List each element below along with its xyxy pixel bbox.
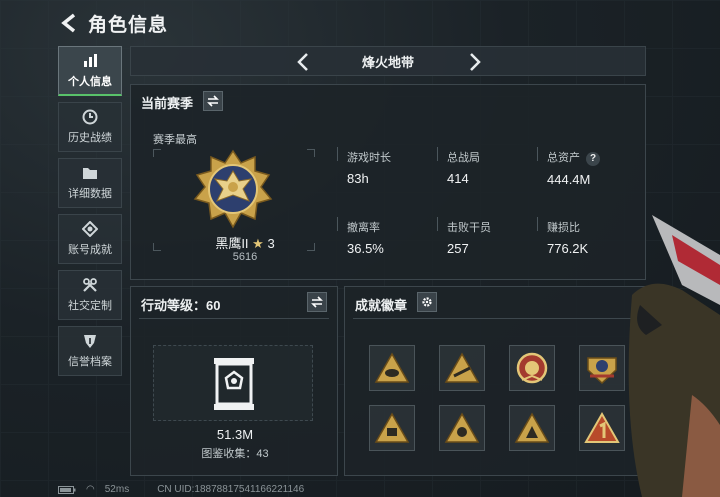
- divider: [353, 318, 637, 319]
- level-title: 行动等级：60: [141, 298, 221, 313]
- divider: [337, 147, 338, 161]
- badge-triangle-icon: [444, 352, 480, 383]
- wifi-icon: ◠: [86, 484, 95, 495]
- chevron-right-icon[interactable]: [465, 52, 483, 72]
- gear-icon: [422, 297, 432, 307]
- stat-label: 赚损比: [547, 222, 580, 234]
- season-title: 当前赛季: [141, 96, 194, 111]
- back-arrow-icon[interactable]: [58, 12, 80, 34]
- badge-slot[interactable]: [509, 345, 555, 391]
- divider: [537, 147, 538, 161]
- collection-display[interactable]: [153, 345, 313, 421]
- collection-value: 51.3M: [216, 427, 254, 442]
- frame-corner: [153, 149, 161, 157]
- user-uid: CN UID:18878817541166221146: [157, 484, 305, 495]
- badge-triangle-icon: [374, 412, 410, 443]
- sidebar-item-credit[interactable]: 信誉档案: [58, 326, 122, 376]
- sidebar-item-social[interactable]: 社交定制: [58, 270, 122, 320]
- battery-icon: [58, 485, 76, 494]
- badges-title: 成就徽章: [355, 298, 408, 313]
- sidebar-item-achievements[interactable]: 账号成就: [58, 214, 122, 264]
- stat-play-time: 游戏时长 83h: [347, 149, 391, 186]
- bar-chart-icon: [84, 53, 97, 67]
- rank-stars: 3: [267, 236, 275, 251]
- swap-icon: [207, 95, 219, 107]
- rank-score: 5616: [232, 251, 258, 263]
- badge-slot[interactable]: [439, 405, 485, 451]
- rank-name: 黑鹰II ★ 3: [195, 233, 295, 252]
- stat-label: 撤离率: [347, 222, 380, 234]
- sidebar-item-label: 账号成就: [68, 244, 112, 256]
- stat-value: 257: [447, 241, 469, 256]
- folder-icon: [83, 168, 97, 179]
- swap-icon: [311, 296, 323, 308]
- divider: [437, 147, 438, 161]
- divider: [139, 318, 329, 319]
- map-selector: 烽火地带: [130, 46, 646, 76]
- stat-label: 总战局: [447, 152, 480, 164]
- divider: [337, 217, 338, 231]
- season-panel: 当前赛季 赛季最高 黑鹰II ★ 3 5616 游戏时长 83h 总战局 414…: [130, 84, 646, 280]
- shield-icon: [84, 335, 96, 348]
- divider: [437, 217, 438, 231]
- divider: [537, 217, 538, 231]
- badge-slot[interactable]: [369, 345, 415, 391]
- status-bar: ◠ 52ms CN UID:18878817541166221146: [58, 484, 304, 495]
- stat-label: 游戏时长: [347, 152, 391, 164]
- frame-corner: [153, 243, 161, 251]
- stat-value: 444.4M: [547, 172, 591, 187]
- badge-slot[interactable]: [369, 405, 415, 451]
- stat-label-text: 总资产: [547, 152, 580, 164]
- badges-panel: 成就徽章: [344, 286, 646, 476]
- stat-profit-ratio: 赚损比 776.2K: [547, 219, 588, 256]
- sidebar-item-label: 个人信息: [68, 75, 112, 88]
- collection-count: 图鉴收集：43: [201, 448, 269, 460]
- map-name: 烽火地带: [361, 54, 414, 70]
- badge-medal-icon: [516, 352, 548, 384]
- page-title: 角色信息: [88, 15, 169, 36]
- tools-icon: [83, 278, 97, 292]
- character-figure: [628, 215, 720, 497]
- badge-settings-button[interactable]: [417, 292, 437, 312]
- level-swap-button[interactable]: [307, 292, 327, 312]
- stat-label: 总资产?: [547, 149, 600, 166]
- sidebar-item-label: 信誉档案: [68, 356, 112, 368]
- sidebar-item-details[interactable]: 详细数据: [58, 158, 122, 208]
- stat-value: 36.5%: [347, 241, 384, 256]
- clock-icon: [82, 109, 98, 125]
- stat-kills: 击败干员 257: [447, 219, 491, 256]
- chevron-left-icon[interactable]: [295, 52, 313, 72]
- stat-value: 776.2K: [547, 241, 589, 256]
- stat-label: 击败干员: [447, 222, 491, 234]
- sidebar-item-label: 历史战绩: [68, 132, 112, 144]
- badge-slot[interactable]: [509, 405, 555, 451]
- sidebar: 个人信息 历史战绩 详细数据 账号成就 社交定制 信誉档案: [58, 46, 122, 382]
- stat-extract-rate: 撤离率 36.5%: [347, 219, 384, 256]
- stat-total-matches: 总战局 414: [447, 149, 480, 186]
- sidebar-item-history[interactable]: 历史战绩: [58, 102, 122, 152]
- ping: 52ms: [104, 484, 130, 495]
- season-peak-label: 赛季最高: [153, 134, 197, 146]
- sidebar-item-personal-info[interactable]: 个人信息: [58, 46, 122, 96]
- badge-triangle-icon: [514, 412, 550, 443]
- level-panel: 行动等级：60 51.3M 图鉴收集：43: [130, 286, 338, 476]
- achievement-icon: [82, 221, 98, 237]
- sidebar-item-label: 社交定制: [68, 300, 112, 312]
- stat-value: 83h: [347, 171, 369, 186]
- stat-total-assets: 总资产? 444.4M: [547, 149, 600, 187]
- rank-title: 黑鹰II: [215, 236, 249, 251]
- badge-slot[interactable]: [439, 345, 485, 391]
- sidebar-item-label: 详细数据: [68, 188, 112, 200]
- rank-emblem-icon: [193, 149, 273, 229]
- stat-value: 414: [447, 171, 469, 186]
- star-icon: ★: [252, 236, 264, 251]
- swap-button[interactable]: [203, 91, 223, 111]
- badge-triangle-icon: [374, 352, 410, 383]
- frame-corner: [307, 243, 315, 251]
- collection-case-icon: [214, 358, 254, 410]
- help-button[interactable]: ?: [586, 152, 600, 166]
- badge-triangle-icon: [444, 412, 480, 443]
- frame-corner: [307, 149, 315, 157]
